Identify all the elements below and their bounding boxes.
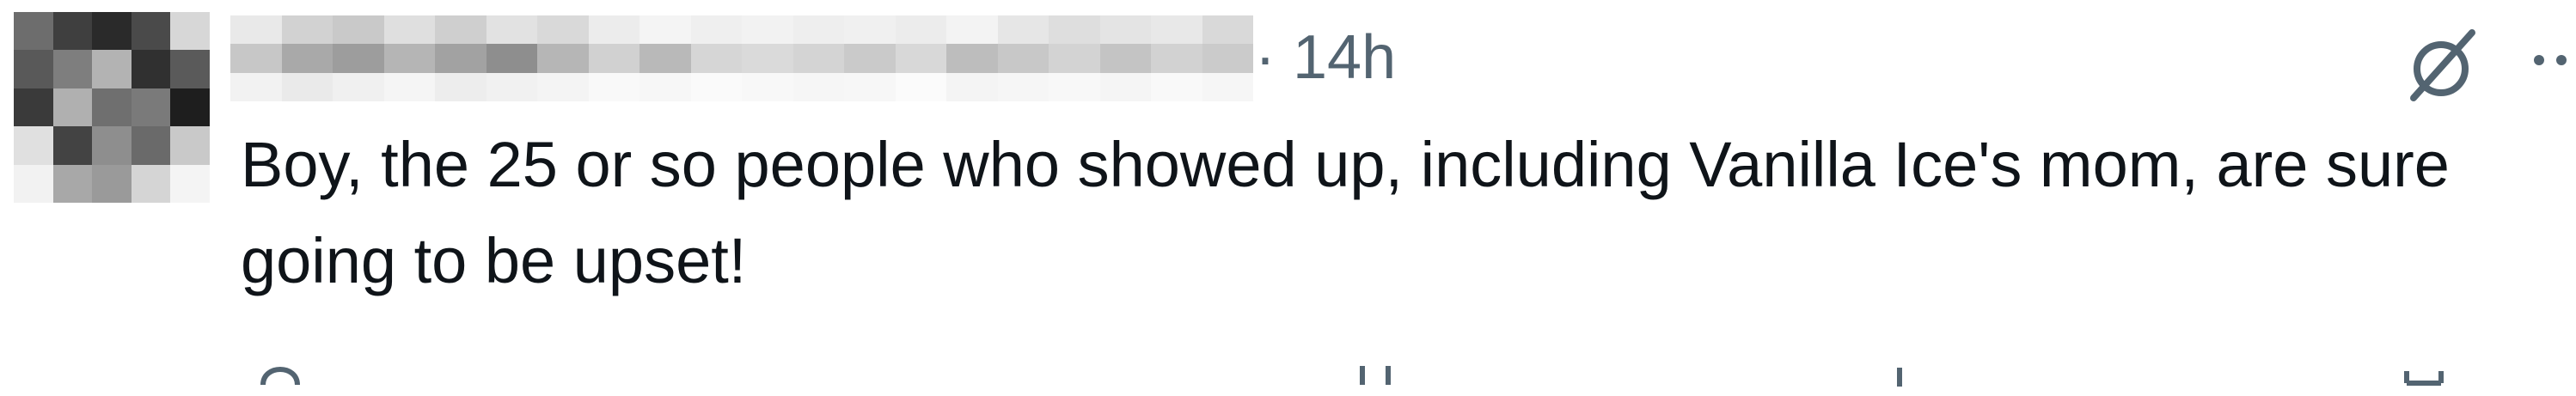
repost-icon[interactable] [1349,357,1401,392]
reply-icon[interactable] [254,357,306,392]
timestamp[interactable]: 14h [1293,23,1396,92]
views-icon[interactable] [2398,357,2450,392]
username-blurred[interactable] [230,15,1253,101]
post-text: Boy, the 25 or so people who showed up, … [241,129,2450,296]
more-icon[interactable] [2527,34,2576,86]
timestamp-area: · 14h [1255,19,1396,96]
separator-dot: · [1255,23,1276,92]
grok-icon[interactable] [2398,22,2484,108]
like-icon[interactable] [1874,357,1925,392]
avatar[interactable] [14,12,210,203]
